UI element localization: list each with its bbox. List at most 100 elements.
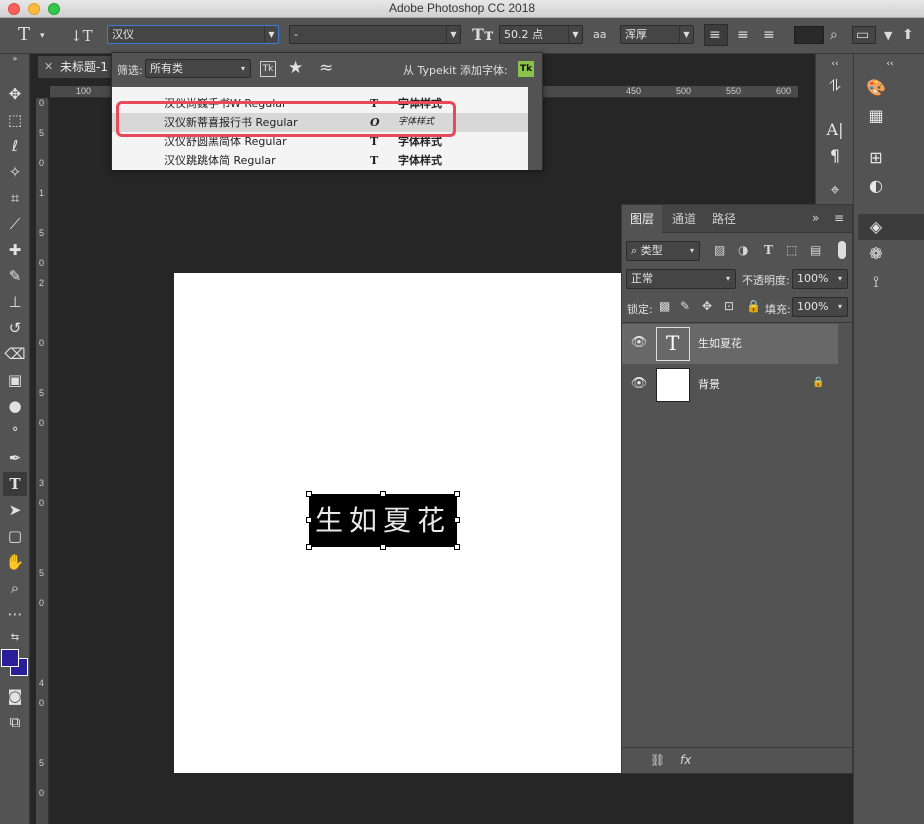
font-size-field[interactable]: 50.2 点 ▼ [499,25,583,44]
eyedropper-tool-icon[interactable]: ⟋ [3,212,27,236]
character-panel-icon[interactable]: A| [823,120,847,140]
healing-brush-tool-icon[interactable]: ✚ [3,238,27,262]
lock-transparent-icon[interactable]: ▩ [659,299,670,313]
tab-channels[interactable]: 通道 [664,205,704,233]
document-tab[interactable]: ✕ 未标题-1 [38,56,113,78]
gradient-tool-icon[interactable]: ▣ [3,368,27,392]
more-tools-icon[interactable]: ⋯ [3,602,27,626]
preset-dropdown-icon[interactable]: ▾ [40,26,45,46]
collapse-icon[interactable]: ‹‹ [878,54,902,74]
zoom-tool-icon[interactable]: ⌕ [3,576,27,600]
rectangle-tool-icon[interactable]: ▢ [3,524,27,548]
quick-mask-icon[interactable]: ◙ [3,684,27,708]
align-center-button[interactable]: ≡ [737,25,749,45]
filter-smart-object-icon[interactable]: ▤ [810,243,821,257]
paths-panel-icon[interactable]: ⟟ [864,272,888,292]
adjustments-panel-icon[interactable]: ◐ [864,176,888,196]
opacity-field[interactable]: 100% ▾ [792,269,848,289]
font-family-field[interactable]: 汉仪 ▼ [107,25,279,44]
color-panel-icon[interactable]: 🎨 [864,78,888,98]
chevron-down-icon[interactable]: ▾ [685,242,699,259]
type-tool-icon[interactable]: T [3,472,27,496]
crop-tool-icon[interactable]: ⌗ [3,186,27,210]
chevron-down-icon[interactable]: ▼ [264,26,278,43]
text-tool-preset-icon[interactable]: T [18,25,30,45]
blend-mode-select[interactable]: 正常 ▾ [626,269,736,289]
font-list-scrollbar[interactable] [528,87,542,170]
transform-handle[interactable] [454,517,460,523]
path-selection-tool-icon[interactable]: ➤ [3,498,27,522]
font-list-item[interactable]: 汉仪跳跳体简 Regular T 字体样式 [112,151,528,170]
lasso-tool-icon[interactable]: ℓ [3,134,27,158]
dodge-tool-icon[interactable]: ᐤ [3,420,27,444]
blur-tool-icon[interactable]: ● [3,394,27,418]
chevron-down-icon[interactable]: ▼ [679,26,693,43]
filter-pixel-icon[interactable]: ▨ [714,243,725,257]
fx-icon[interactable]: fx [680,753,691,767]
layer-filter-select[interactable]: ⌕ 类型 ▾ [626,241,700,261]
lock-position-icon[interactable]: ✥ [702,299,712,313]
align-right-button[interactable]: ≡ [763,25,775,45]
collapse-icon[interactable]: » [3,54,27,64]
history-brush-tool-icon[interactable]: ↺ [3,316,27,340]
chevron-down-icon[interactable]: ▼ [568,26,582,43]
collapse-icon[interactable]: ‹‹ [823,54,847,74]
transform-handle[interactable] [454,491,460,497]
tab-layers[interactable]: 图层 [622,205,663,233]
hand-tool-icon[interactable]: ✋ [3,550,27,574]
fill-field[interactable]: 100% ▾ [792,297,848,317]
panel-expand-icon[interactable]: » [812,211,819,225]
chevron-down-icon[interactable]: ▾ [833,298,847,315]
share-icon[interactable]: ⬆ [902,25,914,45]
transform-handle[interactable] [306,517,312,523]
tab-paths[interactable]: 路径 [704,205,744,233]
workspace-button[interactable]: ▭ [852,26,876,44]
paragraph-panel-icon[interactable]: ¶ [823,146,847,166]
align-left-button[interactable]: ≡ [704,24,728,46]
close-tab-icon[interactable]: ✕ [44,56,53,78]
swap-colors-icon[interactable]: ⇆ [3,626,27,650]
typekit-filter-button[interactable]: Tk [260,61,276,77]
filter-select[interactable]: 所有类 ▾ [145,59,251,78]
filter-toggle[interactable] [838,241,846,259]
link-icon[interactable]: ⛓ [650,753,665,767]
toggle-text-orientation-icon[interactable]: ↓T [70,26,93,46]
favorites-star-icon[interactable]: ★ [288,58,303,78]
chevron-down-icon[interactable]: ▼ [446,26,460,43]
filter-shape-icon[interactable]: ⬚ [786,243,797,257]
move-tool-icon[interactable]: ✥ [3,82,27,106]
visibility-eye-icon[interactable]: 👁 [630,375,648,393]
libraries-panel-icon[interactable]: ⊞ [864,148,888,168]
swatches-panel-icon[interactable]: ▦ [864,106,888,126]
layer-row-text[interactable]: 👁 T 生如夏花 [622,324,838,364]
anti-alias-select[interactable]: 浑厚 ▼ [620,25,694,44]
layers-panel-tab[interactable]: ◈ [858,214,924,240]
filter-type-icon[interactable]: T [764,243,773,257]
clone-stamp-tool-icon[interactable]: ⊥ [3,290,27,314]
text-layer-content[interactable]: 生如夏花 [309,494,457,547]
foreground-color-swatch[interactable] [1,649,19,667]
lock-artboard-icon[interactable]: ⊡ [724,299,734,313]
transform-handle[interactable] [380,544,386,550]
transform-handle[interactable] [306,491,312,497]
pen-tool-icon[interactable]: ✒ [3,446,27,470]
font-style-field[interactable]: - ▼ [289,25,461,44]
search-icon[interactable]: ⌕ [830,25,838,45]
channels-panel-icon[interactable]: ❁ [864,244,888,264]
marquee-tool-icon[interactable]: ⬚ [3,108,27,132]
eraser-tool-icon[interactable]: ⌫ [3,342,27,366]
chevron-down-icon[interactable]: ▾ [236,60,250,77]
typekit-add-button[interactable]: Tk [518,61,534,77]
text-color-swatch[interactable] [794,26,824,44]
filter-adjustment-icon[interactable]: ◑ [738,243,748,257]
transform-handle[interactable] [380,491,386,497]
lock-image-icon[interactable]: ✎ [680,299,690,313]
glyphs-panel-icon[interactable]: ⌖ [823,180,847,200]
chevron-down-icon[interactable]: ▾ [833,270,847,287]
screen-mode-icon[interactable]: ⧉ [3,710,27,734]
similar-fonts-icon[interactable]: ≈ [319,58,333,78]
panel-menu-icon[interactable]: ≡ [834,211,844,225]
history-panel-icon[interactable]: ⥮ [823,76,847,96]
chevron-down-icon[interactable]: ▼ [884,26,892,46]
transform-handle[interactable] [454,544,460,550]
